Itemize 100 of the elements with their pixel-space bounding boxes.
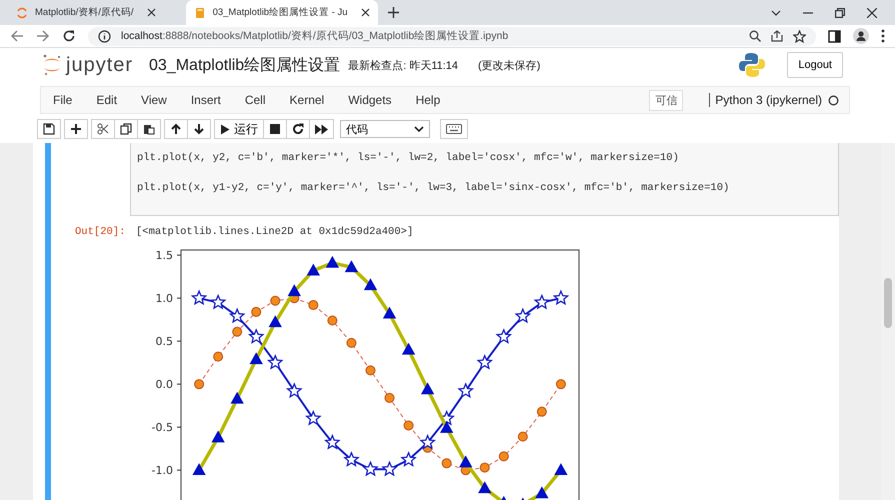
add-button[interactable] [64,119,88,139]
point [556,379,566,390]
point [404,420,414,430]
point [270,296,280,306]
paste-button[interactable] [137,119,161,139]
point [268,355,283,369]
menu-item[interactable]: View [141,93,181,107]
menu-item[interactable]: Kernel [290,93,338,107]
play-icon [220,124,230,134]
code-cell[interactable] [45,143,839,500]
point [498,451,509,462]
point [213,352,224,362]
menu-item[interactable]: Edit [96,93,132,107]
keyboard-button[interactable] [440,119,468,139]
jupyter-logo-icon [42,53,62,77]
kernel-name[interactable]: Python 3 (ipykernel) [709,93,822,107]
stop-button[interactable] [263,119,287,139]
point [306,410,321,425]
browser-tab[interactable]: Matplotlib/资料/原代码/ [8,0,164,25]
point [516,308,530,323]
point [344,452,359,466]
star-icon[interactable] [793,30,806,42]
new-tab-icon[interactable] [388,7,399,18]
share-icon[interactable] [771,30,783,42]
point [480,462,490,473]
point [363,462,378,476]
y-tick [176,254,182,256]
jupyter-icon [16,6,28,18]
point [194,379,204,390]
book-icon [194,6,206,18]
up-button[interactable] [164,119,188,139]
point [230,308,244,323]
arrow-down-icon [193,123,205,135]
y-tick-label: -1.0 [152,464,173,478]
point [534,294,550,309]
arrow-up-icon [170,123,182,135]
address-field[interactable]: localhost:8888/notebooks/Matplotlib/资料/原代码/03_Matplotlib绘图属性设置.ipynb [88,26,816,46]
copy-button[interactable] [114,119,138,139]
reload-icon[interactable] [62,29,76,43]
close-icon[interactable] [867,8,877,18]
close-icon[interactable] [360,8,370,17]
y-tick [176,298,182,299]
copy-icon [120,123,132,135]
menu-item[interactable]: Widgets [348,93,406,107]
code-editor[interactable]: plt.plot(x, y2, c='b', marker='*', ls='-', lw=2, label='cosx', mfc='w', markersize=10) plt.plot(x, y1-y2, c='y', marker='^', ls='-', lw=3, label='sinx-cosx', mfc='b', markersize=10) [130,143,839,216]
point [420,434,435,449]
cut-button[interactable] [91,119,115,139]
down-button[interactable] [187,119,211,139]
menu-item[interactable]: Insert [190,93,235,107]
scrollbar-thumb[interactable] [884,278,892,328]
y-tick [176,426,182,428]
notebook-title[interactable]: 03_Matplotlib绘图属性设置 [149,54,340,76]
save-icon [43,123,55,135]
point [232,326,242,337]
chevron-down-icon [414,126,424,132]
y-tick-label: 1.5 [156,249,173,262]
point [325,434,340,449]
y-tick-label: 1.0 [156,292,173,306]
back-icon[interactable] [10,29,24,43]
point [346,338,356,348]
trusted-badge[interactable]: 可信 [649,90,684,110]
browser-tab[interactable]: 03_Matplotlib绘图属性设置 - Ju [186,0,378,25]
python-logo-icon [739,52,766,78]
jupyter-logo-text[interactable]: jupyter [66,54,134,76]
zoom-icon[interactable] [749,30,761,42]
save-button[interactable] [37,119,61,139]
restore-icon[interactable] [835,8,845,18]
scissors-icon [97,123,109,135]
info-icon [98,30,111,42]
chevron-down-icon[interactable] [771,8,781,18]
sidebar-icon[interactable] [828,30,841,42]
point [496,329,512,344]
point [382,462,397,476]
forward-icon[interactable] [36,29,50,43]
keyboard-icon [446,124,462,134]
y-tick [176,470,182,471]
point [365,365,376,376]
menu-item[interactable]: File [53,93,86,107]
point [308,300,318,310]
code-line: plt.plot(x, y1-y2, c='y', marker='^', ls='-', lw=3, label='sinx-cosx', mfc='b', markersize=10) [137,181,730,196]
y-tick [176,340,182,342]
fast-forward-button[interactable] [309,119,334,139]
menu-item[interactable]: Help [416,93,454,107]
point [327,316,338,326]
y-tick [176,384,182,385]
save-status: (更改未保存) [478,58,540,72]
close-icon[interactable] [146,8,156,17]
more-icon[interactable] [881,29,885,43]
menu-item[interactable]: Cell [244,93,280,107]
logout-button[interactable]: Logout [787,52,843,78]
point [401,452,416,466]
restart-button[interactable] [286,119,310,139]
cell-type-select[interactable]: 代码 [340,120,430,138]
stop-icon [270,124,280,134]
run-button[interactable]: 运行 [214,119,264,139]
output-prompt: Out[20]: [74,226,126,238]
profile-icon[interactable] [853,28,869,44]
point [536,406,547,417]
point [518,432,528,442]
y-tick-label: 0.5 [156,335,173,348]
